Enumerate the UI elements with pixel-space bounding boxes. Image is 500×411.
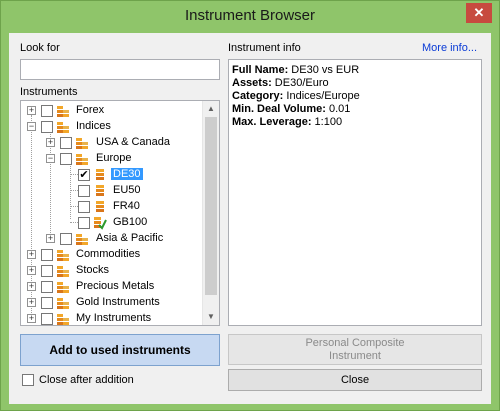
info-row-category: Category: Indices/Europe bbox=[232, 90, 360, 102]
tree-scrollbar[interactable]: ▲ ▼ bbox=[202, 101, 219, 325]
tree-node-label: DE30 bbox=[111, 168, 143, 180]
tree-node-label: Asia & Pacific bbox=[96, 232, 164, 244]
tree-node-label: EU50 bbox=[113, 184, 141, 196]
close-after-addition-checkbox[interactable] bbox=[22, 374, 34, 386]
instrument-icon bbox=[96, 185, 104, 196]
expand-icon[interactable]: + bbox=[27, 298, 36, 307]
instrument-group-icon bbox=[57, 314, 69, 325]
instrument-group-icon bbox=[57, 298, 69, 309]
tree-checkbox[interactable] bbox=[41, 105, 53, 117]
instrument-icon bbox=[96, 201, 104, 212]
tree-checkbox[interactable] bbox=[60, 233, 72, 245]
tree-node-label: Forex bbox=[76, 104, 105, 116]
instrument-group-icon bbox=[57, 266, 69, 277]
tree-checkbox[interactable] bbox=[41, 265, 53, 277]
tree-node-label: Europe bbox=[96, 152, 132, 164]
more-info-link[interactable]: More info... bbox=[422, 42, 477, 54]
tree-checkbox[interactable] bbox=[41, 121, 53, 133]
add-to-used-instruments-button[interactable]: Add to used instruments bbox=[20, 334, 220, 366]
collapse-icon[interactable]: − bbox=[46, 154, 55, 163]
instrument-group-icon bbox=[76, 154, 88, 165]
tree-checkbox[interactable] bbox=[41, 297, 53, 309]
instrument-info-panel: Full Name: DE30 vs EUR Assets: DE30/Euro… bbox=[228, 59, 482, 326]
instrument-group-icon bbox=[57, 122, 69, 133]
tree-node-label: Stocks bbox=[76, 264, 110, 276]
instrument-group-icon bbox=[57, 250, 69, 261]
info-row-assets: Assets: DE30/Euro bbox=[232, 77, 329, 89]
tree-checkbox[interactable] bbox=[78, 217, 90, 229]
tree-checkbox[interactable] bbox=[78, 185, 90, 197]
tree-checkbox[interactable] bbox=[41, 249, 53, 261]
tree-node-label: Gold Instruments bbox=[76, 296, 160, 308]
tree-node-label: Indices bbox=[76, 120, 111, 132]
tree-node-label: USA & Canada bbox=[96, 136, 170, 148]
tree-checkbox[interactable] bbox=[60, 153, 72, 165]
expand-icon[interactable]: + bbox=[27, 106, 36, 115]
instrument-tree[interactable]: + Forex − Indices + USA & Canada − Europ… bbox=[20, 100, 220, 326]
look-for-label: Look for bbox=[20, 42, 60, 54]
close-button[interactable]: Close bbox=[228, 369, 482, 391]
collapse-icon[interactable]: − bbox=[27, 122, 36, 131]
expand-icon[interactable]: + bbox=[27, 266, 36, 275]
instrument-group-icon bbox=[57, 106, 69, 117]
tree-node-label: FR40 bbox=[113, 200, 140, 212]
instrument-used-icon bbox=[94, 217, 107, 230]
scroll-up-icon[interactable]: ▲ bbox=[203, 101, 219, 117]
search-input[interactable] bbox=[20, 59, 220, 80]
tree-checkbox[interactable] bbox=[41, 281, 53, 293]
instrument-browser-window: Instrument Browser ✕ Look for Instrument… bbox=[0, 0, 500, 411]
scroll-down-icon[interactable]: ▼ bbox=[203, 309, 219, 325]
expand-icon[interactable]: + bbox=[27, 250, 36, 259]
window-close-button[interactable]: ✕ bbox=[466, 3, 492, 23]
instrument-icon bbox=[96, 169, 104, 180]
tree-checkbox[interactable] bbox=[60, 137, 72, 149]
title-bar[interactable]: Instrument Browser ✕ bbox=[1, 1, 499, 33]
info-row-max-leverage: Max. Leverage: 1:100 bbox=[232, 116, 343, 128]
instruments-label: Instruments bbox=[20, 86, 78, 98]
close-after-addition-label: Close after addition bbox=[39, 374, 134, 386]
scroll-thumb[interactable] bbox=[205, 117, 217, 295]
tree-node-label: Commodities bbox=[76, 248, 141, 260]
tree-checkbox-checked[interactable]: ✔ bbox=[78, 169, 90, 181]
tree-checkbox[interactable] bbox=[41, 313, 53, 325]
tree-node-label: Precious Metals bbox=[76, 280, 155, 292]
tree-checkbox[interactable] bbox=[78, 201, 90, 213]
expand-icon[interactable]: + bbox=[27, 282, 36, 291]
expand-icon[interactable]: + bbox=[46, 138, 55, 147]
info-row-min-deal-volume: Min. Deal Volume: 0.01 bbox=[232, 103, 351, 115]
instrument-info-label: Instrument info bbox=[228, 42, 301, 54]
dialog-body: Look for Instruments + Forex − Indices +… bbox=[9, 33, 491, 404]
instrument-group-icon bbox=[76, 138, 88, 149]
expand-icon[interactable]: + bbox=[27, 314, 36, 323]
instrument-group-icon bbox=[57, 282, 69, 293]
tree-node-label: GB100 bbox=[113, 216, 148, 228]
tree-node-label: My Instruments bbox=[76, 312, 152, 324]
info-row-full-name: Full Name: DE30 vs EUR bbox=[232, 64, 360, 76]
personal-composite-instrument-button[interactable]: Personal Composite Instrument bbox=[228, 334, 482, 365]
instrument-group-icon bbox=[76, 234, 88, 245]
expand-icon[interactable]: + bbox=[46, 234, 55, 243]
window-title: Instrument Browser bbox=[184, 7, 316, 24]
